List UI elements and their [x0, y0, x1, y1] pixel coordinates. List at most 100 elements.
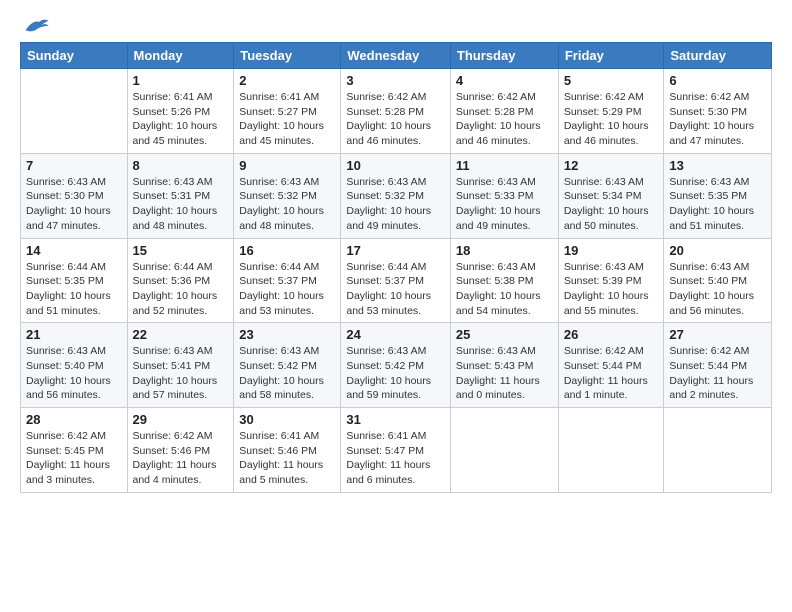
calendar-cell: 11 Sunrise: 6:43 AM Sunset: 5:33 PM Dayli…: [450, 153, 558, 238]
day-number: 27: [669, 327, 766, 342]
day-number: 9: [239, 158, 335, 173]
day-number: 23: [239, 327, 335, 342]
day-info: Sunrise: 6:42 AM Sunset: 5:45 PM Dayligh…: [26, 429, 122, 488]
calendar-week-row: 7Sunrise: 6:43 AM Sunset: 5:30 PM Daylig…: [21, 153, 772, 238]
calendar-cell: 4 Sunrise: 6:42 AM Sunset: 5:28 PM Daylig…: [450, 69, 558, 154]
day-number: 24: [346, 327, 445, 342]
calendar: SundayMondayTuesdayWednesdayThursdayFrid…: [20, 42, 772, 493]
calendar-cell: 27 Sunrise: 6:42 AM Sunset: 5:44 PM Dayli…: [664, 323, 772, 408]
day-number: 26: [564, 327, 659, 342]
day-number: 28: [26, 412, 122, 427]
day-info: Sunrise: 6:43 AM Sunset: 5:38 PM Dayligh…: [456, 260, 553, 319]
day-number: 20: [669, 243, 766, 258]
day-info: Sunrise: 6:41 AM Sunset: 5:47 PM Dayligh…: [346, 429, 445, 488]
calendar-cell: 1 Sunrise: 6:41 AM Sunset: 5:26 PM Daylig…: [127, 69, 234, 154]
calendar-week-row: 28 Sunrise: 6:42 AM Sunset: 5:45 PM Dayli…: [21, 408, 772, 493]
calendar-week-row: 14 Sunrise: 6:44 AM Sunset: 5:35 PM Dayli…: [21, 238, 772, 323]
page: SundayMondayTuesdayWednesdayThursdayFrid…: [0, 0, 792, 503]
day-info: Sunrise: 6:42 AM Sunset: 5:28 PM Dayligh…: [456, 90, 553, 149]
day-number: 22: [133, 327, 229, 342]
day-number: 5: [564, 73, 659, 88]
calendar-cell: 25 Sunrise: 6:43 AM Sunset: 5:43 PM Dayli…: [450, 323, 558, 408]
logo: [20, 16, 50, 32]
calendar-cell: [558, 408, 664, 493]
calendar-cell: 24 Sunrise: 6:43 AM Sunset: 5:42 PM Dayli…: [341, 323, 451, 408]
calendar-cell: 14 Sunrise: 6:44 AM Sunset: 5:35 PM Dayli…: [21, 238, 128, 323]
calendar-cell: 30 Sunrise: 6:41 AM Sunset: 5:46 PM Dayli…: [234, 408, 341, 493]
weekday-header: Tuesday: [234, 43, 341, 69]
calendar-cell: 26 Sunrise: 6:42 AM Sunset: 5:44 PM Dayli…: [558, 323, 664, 408]
day-number: 8: [133, 158, 229, 173]
calendar-cell: 3 Sunrise: 6:42 AM Sunset: 5:28 PM Daylig…: [341, 69, 451, 154]
calendar-cell: 10Sunrise: 6:43 AM Sunset: 5:32 PM Dayli…: [341, 153, 451, 238]
calendar-cell: 2Sunrise: 6:41 AM Sunset: 5:27 PM Daylig…: [234, 69, 341, 154]
day-number: 10: [346, 158, 445, 173]
weekday-header: Friday: [558, 43, 664, 69]
day-number: 15: [133, 243, 229, 258]
day-info: Sunrise: 6:44 AM Sunset: 5:35 PM Dayligh…: [26, 260, 122, 319]
day-number: 17: [346, 243, 445, 258]
day-info: Sunrise: 6:43 AM Sunset: 5:39 PM Dayligh…: [564, 260, 659, 319]
calendar-cell: 15 Sunrise: 6:44 AM Sunset: 5:36 PM Dayli…: [127, 238, 234, 323]
day-number: 1: [133, 73, 229, 88]
calendar-cell: 31 Sunrise: 6:41 AM Sunset: 5:47 PM Dayli…: [341, 408, 451, 493]
day-info: Sunrise: 6:43 AM Sunset: 5:43 PM Dayligh…: [456, 344, 553, 403]
day-info: Sunrise: 6:43 AM Sunset: 5:42 PM Dayligh…: [346, 344, 445, 403]
day-number: 14: [26, 243, 122, 258]
day-info: Sunrise: 6:43 AM Sunset: 5:40 PM Dayligh…: [669, 260, 766, 319]
weekday-header: Sunday: [21, 43, 128, 69]
calendar-cell: 28 Sunrise: 6:42 AM Sunset: 5:45 PM Dayli…: [21, 408, 128, 493]
day-info: Sunrise: 6:43 AM Sunset: 5:32 PM Dayligh…: [239, 175, 335, 234]
calendar-cell: 13Sunrise: 6:43 AM Sunset: 5:35 PM Dayli…: [664, 153, 772, 238]
calendar-cell: 17Sunrise: 6:44 AM Sunset: 5:37 PM Dayli…: [341, 238, 451, 323]
weekday-header: Thursday: [450, 43, 558, 69]
day-number: 25: [456, 327, 553, 342]
day-info: Sunrise: 6:43 AM Sunset: 5:42 PM Dayligh…: [239, 344, 335, 403]
day-info: Sunrise: 6:42 AM Sunset: 5:44 PM Dayligh…: [669, 344, 766, 403]
weekday-header: Saturday: [664, 43, 772, 69]
day-number: 29: [133, 412, 229, 427]
calendar-cell: [21, 69, 128, 154]
calendar-cell: 8 Sunrise: 6:43 AM Sunset: 5:31 PM Daylig…: [127, 153, 234, 238]
day-info: Sunrise: 6:43 AM Sunset: 5:41 PM Dayligh…: [133, 344, 229, 403]
logo-bird-icon: [22, 16, 50, 36]
calendar-cell: 29 Sunrise: 6:42 AM Sunset: 5:46 PM Dayli…: [127, 408, 234, 493]
calendar-cell: 7Sunrise: 6:43 AM Sunset: 5:30 PM Daylig…: [21, 153, 128, 238]
day-info: Sunrise: 6:41 AM Sunset: 5:46 PM Dayligh…: [239, 429, 335, 488]
calendar-cell: 18 Sunrise: 6:43 AM Sunset: 5:38 PM Dayli…: [450, 238, 558, 323]
day-number: 16: [239, 243, 335, 258]
calendar-cell: [664, 408, 772, 493]
day-info: Sunrise: 6:43 AM Sunset: 5:33 PM Dayligh…: [456, 175, 553, 234]
weekday-header: Monday: [127, 43, 234, 69]
day-info: Sunrise: 6:42 AM Sunset: 5:46 PM Dayligh…: [133, 429, 229, 488]
calendar-cell: 23 Sunrise: 6:43 AM Sunset: 5:42 PM Dayli…: [234, 323, 341, 408]
day-number: 12: [564, 158, 659, 173]
day-info: Sunrise: 6:44 AM Sunset: 5:36 PM Dayligh…: [133, 260, 229, 319]
day-number: 21: [26, 327, 122, 342]
calendar-cell: 12 Sunrise: 6:43 AM Sunset: 5:34 PM Dayli…: [558, 153, 664, 238]
calendar-week-row: 1 Sunrise: 6:41 AM Sunset: 5:26 PM Daylig…: [21, 69, 772, 154]
day-info: Sunrise: 6:42 AM Sunset: 5:44 PM Dayligh…: [564, 344, 659, 403]
day-number: 7: [26, 158, 122, 173]
day-info: Sunrise: 6:43 AM Sunset: 5:31 PM Dayligh…: [133, 175, 229, 234]
day-number: 18: [456, 243, 553, 258]
day-number: 31: [346, 412, 445, 427]
day-number: 2: [239, 73, 335, 88]
day-number: 19: [564, 243, 659, 258]
day-number: 11: [456, 158, 553, 173]
calendar-cell: 6 Sunrise: 6:42 AM Sunset: 5:30 PM Daylig…: [664, 69, 772, 154]
calendar-cell: 5Sunrise: 6:42 AM Sunset: 5:29 PM Daylig…: [558, 69, 664, 154]
day-number: 3: [346, 73, 445, 88]
header: [20, 16, 772, 32]
calendar-cell: 22 Sunrise: 6:43 AM Sunset: 5:41 PM Dayli…: [127, 323, 234, 408]
day-number: 6: [669, 73, 766, 88]
day-number: 4: [456, 73, 553, 88]
day-info: Sunrise: 6:43 AM Sunset: 5:35 PM Dayligh…: [669, 175, 766, 234]
day-info: Sunrise: 6:42 AM Sunset: 5:28 PM Dayligh…: [346, 90, 445, 149]
day-number: 30: [239, 412, 335, 427]
day-info: Sunrise: 6:43 AM Sunset: 5:34 PM Dayligh…: [564, 175, 659, 234]
weekday-header: Wednesday: [341, 43, 451, 69]
day-info: Sunrise: 6:43 AM Sunset: 5:40 PM Dayligh…: [26, 344, 122, 403]
day-info: Sunrise: 6:41 AM Sunset: 5:26 PM Dayligh…: [133, 90, 229, 149]
day-info: Sunrise: 6:42 AM Sunset: 5:30 PM Dayligh…: [669, 90, 766, 149]
